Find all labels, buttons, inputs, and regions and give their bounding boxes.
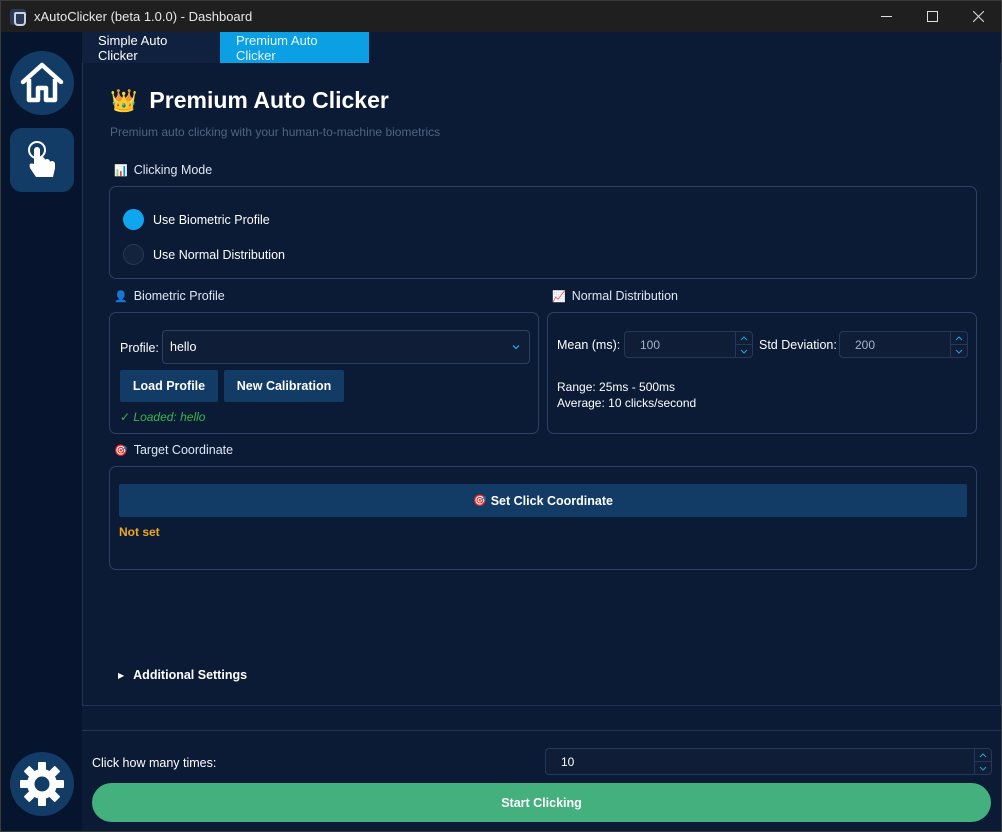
target-coordinate-label: Target Coordinate xyxy=(133,443,234,457)
biometric-profile-heading: 👤 Biometric Profile xyxy=(114,289,225,303)
biometric-profile-radio[interactable]: Use Biometric Profile xyxy=(123,209,270,230)
chevron-down-icon xyxy=(955,349,963,354)
std-increment-button[interactable] xyxy=(951,332,967,344)
bar-chart-icon: 📊 xyxy=(114,164,128,177)
new-calibration-button[interactable]: New Calibration xyxy=(224,370,344,402)
std-decrement-button[interactable] xyxy=(951,344,967,357)
average-text: Average: 10 clicks/second xyxy=(557,396,697,410)
chevron-down-icon xyxy=(512,345,520,350)
mean-label: Mean (ms): xyxy=(557,338,621,352)
mean-stepper xyxy=(735,332,752,357)
pointer-hand-icon xyxy=(28,141,55,177)
start-clicking-button[interactable]: Start Clicking xyxy=(92,783,991,822)
click-count-decrement-button[interactable] xyxy=(975,761,991,774)
sidebar xyxy=(1,32,82,831)
mean-increment-button[interactable] xyxy=(736,332,752,344)
radio-label: Use Normal Distribution xyxy=(153,247,285,262)
chevron-down-icon xyxy=(740,349,748,354)
minimize-button[interactable] xyxy=(863,1,909,32)
click-count-stepper xyxy=(974,749,991,774)
std-deviation-stepper xyxy=(950,332,967,357)
std-deviation-value: 200 xyxy=(855,337,876,352)
chevron-down-icon xyxy=(979,766,987,771)
user-icon: 👤 xyxy=(114,290,128,303)
radio-indicator xyxy=(123,209,144,230)
range-text: Range: 25ms - 500ms xyxy=(557,380,676,394)
page-header: 👑 Premium Auto Clicker xyxy=(110,87,389,114)
additional-settings-label: Additional Settings xyxy=(133,668,248,682)
page-subtitle: Premium auto clicking with your human-to… xyxy=(110,125,441,139)
tab-bar: Simple Auto Clicker Premium Auto Clicker xyxy=(82,32,1001,63)
tab-simple-auto-clicker[interactable]: Simple Auto Clicker xyxy=(82,32,220,63)
chevron-up-icon xyxy=(979,752,987,757)
profile-label: Profile: xyxy=(120,341,159,355)
tab-premium-auto-clicker[interactable]: Premium Auto Clicker xyxy=(220,32,369,63)
radio-label: Use Biometric Profile xyxy=(153,212,270,227)
close-icon xyxy=(972,11,984,22)
additional-settings-toggle[interactable]: ▶ Additional Settings xyxy=(118,668,247,682)
target-icon: 🎯 xyxy=(114,444,128,457)
click-count-input[interactable]: 10 xyxy=(545,748,992,775)
std-deviation-input[interactable]: 200 xyxy=(839,331,968,358)
set-click-coordinate-label: Set Click Coordinate xyxy=(490,493,613,508)
target-coordinate-group: 🎯 Set Click Coordinate Not set xyxy=(109,466,977,570)
maximize-icon xyxy=(926,11,938,22)
close-button[interactable] xyxy=(955,1,1001,32)
click-count-increment-button[interactable] xyxy=(975,749,991,761)
std-deviation-label: Std Deviation: xyxy=(759,338,837,352)
home-icon xyxy=(20,62,64,103)
maximize-button[interactable] xyxy=(909,1,955,32)
sidebar-item-home[interactable] xyxy=(10,51,74,115)
premium-panel: 👑 Premium Auto Clicker Premium auto clic… xyxy=(82,63,1001,706)
line-chart-icon: 📈 xyxy=(552,290,566,303)
app-logo-icon xyxy=(10,8,26,26)
target-icon: 🎯 xyxy=(473,495,487,507)
clicking-mode-label: Clicking Mode xyxy=(133,163,213,177)
normal-distribution-group: Mean (ms): 100 Std Deviation: 200 Range:… xyxy=(547,312,977,434)
chevron-up-icon xyxy=(740,335,748,340)
chevron-up-icon xyxy=(955,335,963,340)
set-click-coordinate-button[interactable]: 🎯 Set Click Coordinate xyxy=(119,484,967,517)
biometric-profile-group: Profile: hello Load Profile New Calibrat… xyxy=(109,312,539,434)
load-profile-button[interactable]: Load Profile xyxy=(120,370,218,402)
page-title: Premium Auto Clicker xyxy=(149,87,389,113)
sidebar-item-premium[interactable] xyxy=(10,128,74,192)
normal-distribution-heading: 📈 Normal Distribution xyxy=(552,289,678,303)
bottom-panel: Click how many times: 10 Start Clicking xyxy=(82,730,1001,831)
sidebar-item-settings[interactable] xyxy=(10,752,74,816)
clicking-mode-heading: 📊 Clicking Mode xyxy=(114,163,212,177)
gear-icon xyxy=(20,762,64,806)
biometric-profile-label: Biometric Profile xyxy=(133,289,225,303)
click-count-label: Click how many times: xyxy=(92,756,217,770)
mean-decrement-button[interactable] xyxy=(736,344,752,357)
profile-select-value: hello xyxy=(170,340,197,354)
expand-triangle-icon: ▶ xyxy=(118,670,125,680)
mean-input[interactable]: 100 xyxy=(624,331,753,358)
radio-indicator xyxy=(123,244,144,265)
normal-distribution-radio[interactable]: Use Normal Distribution xyxy=(123,244,285,265)
app-window: xAutoClicker (beta 1.0.0) - Dashboard Si… xyxy=(0,0,1002,832)
profile-select[interactable]: hello xyxy=(162,330,530,364)
coordinate-status: Not set xyxy=(119,525,160,539)
target-coordinate-heading: 🎯 Target Coordinate xyxy=(114,443,233,457)
clicking-mode-group: Use Biometric Profile Use Normal Distrib… xyxy=(109,186,977,279)
profile-status: ✓ Loaded: hello xyxy=(120,410,206,424)
mean-value: 100 xyxy=(640,337,661,352)
click-count-value: 10 xyxy=(561,754,575,769)
window-title: xAutoClicker (beta 1.0.0) - Dashboard xyxy=(34,9,253,24)
minimize-icon xyxy=(880,16,892,17)
crown-icon: 👑 xyxy=(110,87,138,113)
window-controls xyxy=(863,1,1001,32)
normal-distribution-label: Normal Distribution xyxy=(571,289,678,303)
title-bar: xAutoClicker (beta 1.0.0) - Dashboard xyxy=(1,1,1001,32)
